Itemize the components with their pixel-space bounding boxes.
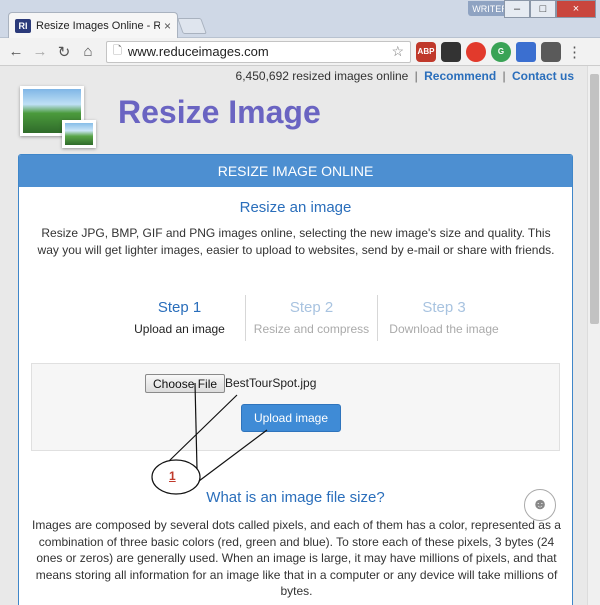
browser-menu-icon[interactable]: ⋮ [567,43,582,61]
extension-icon[interactable] [516,41,536,62]
step-2: Step 2 Resize and compress [246,295,378,341]
annotation-label: 1 [169,469,176,483]
adblock-plus-icon[interactable]: ABP [416,41,436,62]
grammarly-icon[interactable]: G [491,41,511,62]
contact-link[interactable]: Contact us [512,69,574,83]
scrollbar[interactable] [587,66,600,605]
step-subtitle: Upload an image [134,322,225,336]
choose-file-button[interactable]: Choose File [145,374,226,393]
url-text[interactable]: www.reduceimages.com [128,44,392,59]
address-bar[interactable]: 🗋 www.reduceimages.com ☆ [106,40,411,63]
opera-icon[interactable] [466,41,486,62]
page-info-icon[interactable]: 🗋 [113,42,122,61]
back-button[interactable]: ← [6,42,26,62]
home-button[interactable]: ⌂ [78,42,98,62]
selected-filename: BestTourSpot.jpg [225,376,317,390]
tab-close-icon[interactable]: × [164,19,171,33]
site-favicon-icon: RI [15,18,31,33]
scrollbar-thumb[interactable] [590,74,599,324]
step-title: Step 3 [422,299,466,316]
question-title: What is an image file size? [206,489,385,506]
step-title: Step 1 [157,299,202,316]
upload-box: Choose File BestTourSpot.jpg Upload imag… [31,363,560,451]
tab-title: Resize Images Online - Re [36,19,160,32]
bookmark-star-icon[interactable]: ☆ [391,43,404,60]
page-viewport: 6,450,692 resized images online | Recomm… [0,66,600,605]
panel-header: RESIZE IMAGE ONLINE [19,155,572,187]
maximize-button[interactable]: □ [530,0,556,18]
browser-toolbar: ← → ↻ ⌂ 🗋 www.reduceimages.com ☆ ABP G ⋮ [0,38,600,66]
site-title: Resize Image [118,94,321,130]
window-controls: – □ × [504,0,596,18]
minimize-button[interactable]: – [504,0,530,18]
intro-text: Resize JPG, BMP, GIF and PNG images onli… [37,226,555,257]
body-text: Images are composed by several dots call… [32,518,561,598]
top-links: 6,450,692 resized images online | Recomm… [235,69,574,83]
resize-panel: RESIZE IMAGE ONLINE Resize an image Resi… [18,154,573,605]
new-tab-button[interactable] [177,18,207,34]
window-titlebar: RI Resize Images Online - Re × WRITER – … [0,0,600,38]
upload-image-button[interactable]: Upload image [241,404,341,432]
step-1: Step 1 Upload an image [114,295,246,341]
logo-photo-small [62,120,96,148]
forward-button[interactable]: → [30,42,50,62]
ghostery-icon[interactable] [441,41,461,62]
pocket-icon[interactable] [541,41,561,62]
step-subtitle: Resize and compress [253,322,370,336]
reload-button[interactable]: ↻ [54,42,74,62]
section-title: Resize an image [239,199,352,216]
close-window-button[interactable]: × [556,0,596,18]
step-3: Step 3 Download the image [378,295,510,341]
steps: Step 1 Upload an image Step 2 Resize and… [114,295,510,341]
browser-tab[interactable]: RI Resize Images Online - Re × [8,12,178,38]
step-title: Step 2 [289,299,334,316]
stats-text: 6,450,692 resized images online [235,69,409,83]
step-subtitle: Download the image [389,322,499,336]
recommend-link[interactable]: Recommend [424,69,496,83]
